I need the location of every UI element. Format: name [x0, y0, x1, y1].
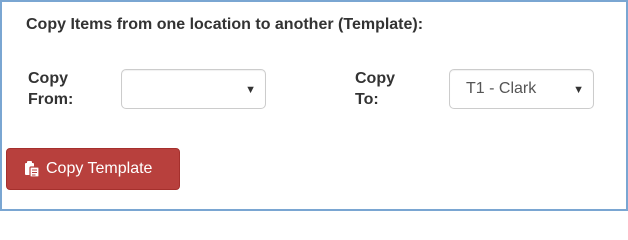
copy-from-label-line2: From:	[28, 91, 74, 108]
dropdown-caret-icon: ▼	[573, 84, 584, 96]
copy-to-select[interactable]: T1 - Clark ▼	[449, 69, 594, 109]
copy-from-select[interactable]: ▼	[121, 69, 266, 109]
copy-to-selected-value: T1 - Clark	[466, 80, 537, 97]
dropdown-caret-icon: ▼	[245, 84, 256, 96]
copy-to-label-line2: To:	[355, 91, 379, 108]
copy-to-label-line1: Copy	[355, 70, 395, 87]
panel-heading: Copy Items from one location to another …	[26, 16, 424, 33]
copy-from-label-line1: Copy	[28, 70, 68, 87]
clipboard-copy-icon	[24, 160, 40, 178]
copy-template-button-label: Copy Template	[46, 160, 153, 177]
copy-template-button[interactable]: Copy Template	[6, 148, 180, 190]
copy-template-panel: Copy Items from one location to another …	[0, 0, 628, 211]
copy-from-label: Copy From:	[28, 68, 73, 110]
copy-to-label: Copy To:	[355, 68, 395, 110]
